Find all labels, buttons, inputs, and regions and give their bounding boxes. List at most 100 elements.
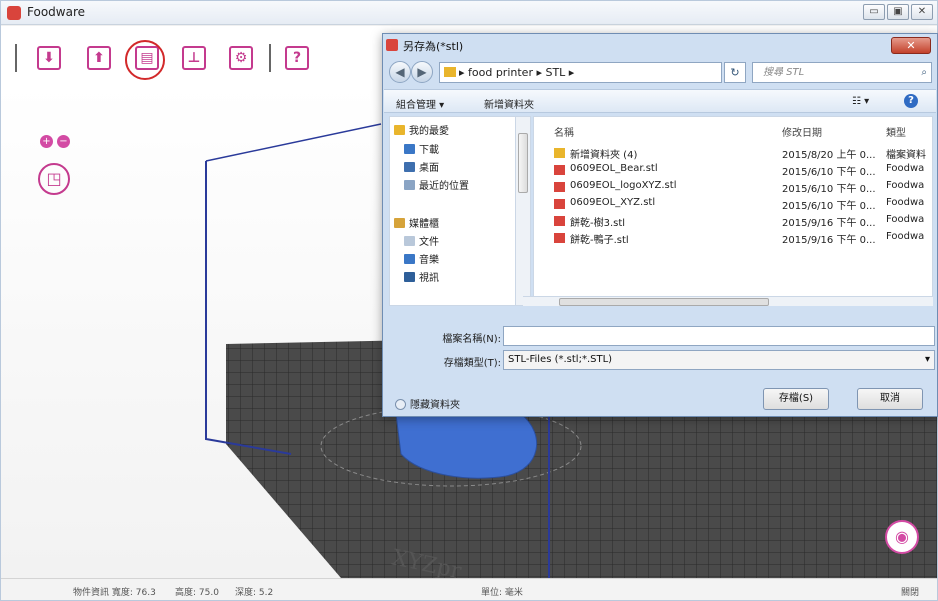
desktop-icon bbox=[404, 162, 415, 172]
scrollbar-thumb[interactable] bbox=[518, 133, 528, 193]
collapse-icon bbox=[395, 399, 406, 410]
nav-downloads[interactable]: 下載 bbox=[404, 141, 439, 156]
nav-favorites[interactable]: 我的最愛 bbox=[394, 122, 449, 137]
command-bar: 組合管理 ▾ 新增資料夾 ☷ ▾ ? bbox=[384, 89, 936, 113]
nav-desktop[interactable]: 桌面 bbox=[404, 159, 439, 174]
file-type: Foodwa bbox=[886, 180, 925, 191]
nav-music[interactable]: 音樂 bbox=[404, 251, 439, 266]
cancel-button[interactable]: 取消 bbox=[857, 388, 923, 410]
file-date: 2015/6/10 下午 0... bbox=[782, 201, 876, 212]
help-icon[interactable]: ? bbox=[904, 94, 918, 108]
save-highlight-circle bbox=[125, 40, 165, 80]
filetype-select[interactable]: STL-Files (*.stl;*.STL) ▾ bbox=[503, 350, 935, 370]
file-type: Foodwa bbox=[886, 163, 925, 174]
filename-label: 檔案名稱(N): bbox=[442, 334, 501, 345]
object-info-depth: 深度: 5.2 bbox=[235, 588, 274, 598]
stl-file-icon bbox=[554, 216, 565, 226]
status-bar: 物件資訊 寬度: 76.3 高度: 75.0 深度: 5.2 單位: 毫米 關閉 bbox=[1, 578, 937, 600]
nav-videos[interactable]: 視訊 bbox=[404, 269, 439, 284]
close-status-link[interactable]: 關閉 bbox=[901, 585, 919, 598]
recent-places-icon bbox=[404, 180, 415, 190]
stl-file-icon bbox=[554, 233, 565, 243]
file-type: 檔案資料 bbox=[886, 150, 926, 161]
star-icon bbox=[394, 125, 405, 135]
file-row[interactable]: 餅乾-鴨子.stl 2015/9/16 下午 0... Foodwa bbox=[534, 231, 932, 247]
title-bar: Foodware ▭ ▣ ✕ bbox=[1, 1, 937, 25]
forward-button[interactable]: ▶ bbox=[411, 61, 433, 83]
column-header-type[interactable]: 類型 bbox=[886, 124, 906, 139]
save-as-dialog: 另存為(*stl) ✕ ◀ ▶ ▸ food printer ▸ STL ▸ ↻… bbox=[382, 33, 938, 417]
breadcrumb-bar[interactable]: ▸ food printer ▸ STL ▸ bbox=[439, 62, 722, 83]
search-placeholder: 搜尋 STL bbox=[763, 67, 805, 78]
column-header-date[interactable]: 修改日期 bbox=[782, 124, 822, 139]
stl-file-icon bbox=[554, 199, 565, 209]
app-title: Foodware bbox=[27, 5, 85, 19]
file-name: 0609EOL_Bear.stl bbox=[570, 163, 658, 174]
scrollbar-thumb[interactable] bbox=[559, 298, 769, 306]
dialog-close-button[interactable]: ✕ bbox=[891, 37, 931, 54]
dialog-title: 另存為(*stl) bbox=[403, 40, 464, 53]
file-list-scrollbar[interactable] bbox=[523, 296, 933, 306]
dialog-app-icon bbox=[386, 39, 398, 51]
file-row[interactable]: 0609EOL_Bear.stl 2015/6/10 下午 0... Foodwa bbox=[534, 163, 932, 179]
import-button[interactable]: ⬇ bbox=[37, 46, 61, 70]
file-list: 名稱 修改日期 類型 新增資料夾 (4) 2015/8/20 上午 0... 檔案資… bbox=[533, 116, 933, 306]
stl-file-icon bbox=[554, 182, 565, 192]
file-type: Foodwa bbox=[886, 231, 925, 242]
navigation-pane: 我的最愛 下載 桌面 最近的位置 媒體櫃 文件 音樂 視訊 bbox=[389, 116, 521, 306]
object-info-width: 物件資訊 寬度: 76.3 bbox=[73, 588, 156, 598]
view-options-button[interactable]: ☷ ▾ bbox=[852, 96, 869, 107]
save-button[interactable]: 存檔(S) bbox=[763, 388, 829, 410]
file-type: Foodwa bbox=[886, 197, 925, 208]
settings-button[interactable]: ⚙ bbox=[229, 46, 253, 70]
file-row[interactable]: 0609EOL_XYZ.stl 2015/6/10 下午 0... Foodwa bbox=[534, 197, 932, 213]
download-folder-icon bbox=[404, 144, 415, 154]
search-input[interactable]: 搜尋 STL ⌕ bbox=[752, 62, 932, 83]
model-button[interactable]: ⊥ bbox=[182, 46, 206, 70]
nav-recent[interactable]: 最近的位置 bbox=[404, 177, 469, 192]
filename-input[interactable] bbox=[503, 326, 935, 346]
filetype-label: 存檔類型(T): bbox=[443, 358, 501, 369]
hide-folders-toggle[interactable]: 隱藏資料夾 bbox=[395, 396, 460, 411]
navigation-scrollbar[interactable] bbox=[515, 116, 531, 306]
address-row: ◀ ▶ ▸ food printer ▸ STL ▸ ↻ 搜尋 STL ⌕ bbox=[389, 61, 933, 85]
file-row[interactable]: 餅乾-樹3.stl 2015/9/16 下午 0... Foodwa bbox=[534, 214, 932, 230]
zoom-in-button[interactable]: + bbox=[40, 135, 53, 148]
window-controls: ▭ ▣ ✕ bbox=[863, 4, 933, 20]
file-row[interactable]: 新增資料夾 (4) 2015/8/20 上午 0... 檔案資料 bbox=[534, 146, 932, 162]
zoom-out-button[interactable]: − bbox=[57, 135, 70, 148]
organize-menu[interactable]: 組合管理 ▾ bbox=[396, 96, 444, 111]
toolbar-separator bbox=[15, 44, 17, 72]
maximize-button[interactable]: ▣ bbox=[887, 4, 909, 20]
toolbar-separator bbox=[269, 44, 271, 72]
refresh-button[interactable]: ↻ bbox=[724, 62, 746, 83]
file-name: 新增資料夾 (4) bbox=[570, 150, 638, 161]
document-icon bbox=[404, 236, 415, 246]
file-name: 0609EOL_XYZ.stl bbox=[570, 197, 656, 208]
camera-reset-button[interactable]: ◉ bbox=[885, 520, 919, 554]
file-name: 餅乾-樹3.stl bbox=[570, 218, 626, 229]
file-row[interactable]: 0609EOL_logoXYZ.stl 2015/6/10 下午 0... Food… bbox=[534, 180, 932, 196]
file-date: 2015/6/10 下午 0... bbox=[782, 184, 876, 195]
nav-libraries[interactable]: 媒體櫃 bbox=[394, 215, 439, 230]
music-icon bbox=[404, 254, 415, 264]
object-info-height: 高度: 75.0 bbox=[175, 588, 219, 598]
minimize-button[interactable]: ▭ bbox=[863, 4, 885, 20]
library-icon bbox=[394, 218, 405, 228]
new-folder-button[interactable]: 新增資料夾 bbox=[484, 96, 534, 111]
breadcrumb-path: ▸ food printer ▸ STL ▸ bbox=[459, 66, 575, 79]
chevron-down-icon: ▾ bbox=[924, 354, 930, 365]
export-button[interactable]: ⬆ bbox=[87, 46, 111, 70]
help-button[interactable]: ? bbox=[285, 46, 309, 70]
file-date: 2015/8/20 上午 0... bbox=[782, 150, 876, 161]
file-date: 2015/9/16 下午 0... bbox=[782, 218, 876, 229]
column-header-name[interactable]: 名稱 bbox=[554, 124, 574, 139]
back-button[interactable]: ◀ bbox=[389, 61, 411, 83]
stl-file-icon bbox=[554, 165, 565, 175]
close-window-button[interactable]: ✕ bbox=[911, 4, 933, 20]
folder-icon bbox=[554, 148, 565, 158]
file-date: 2015/6/10 下午 0... bbox=[782, 167, 876, 178]
file-type: Foodwa bbox=[886, 214, 925, 225]
view-cube-button[interactable]: ◳ bbox=[38, 163, 70, 195]
nav-documents[interactable]: 文件 bbox=[404, 233, 439, 248]
